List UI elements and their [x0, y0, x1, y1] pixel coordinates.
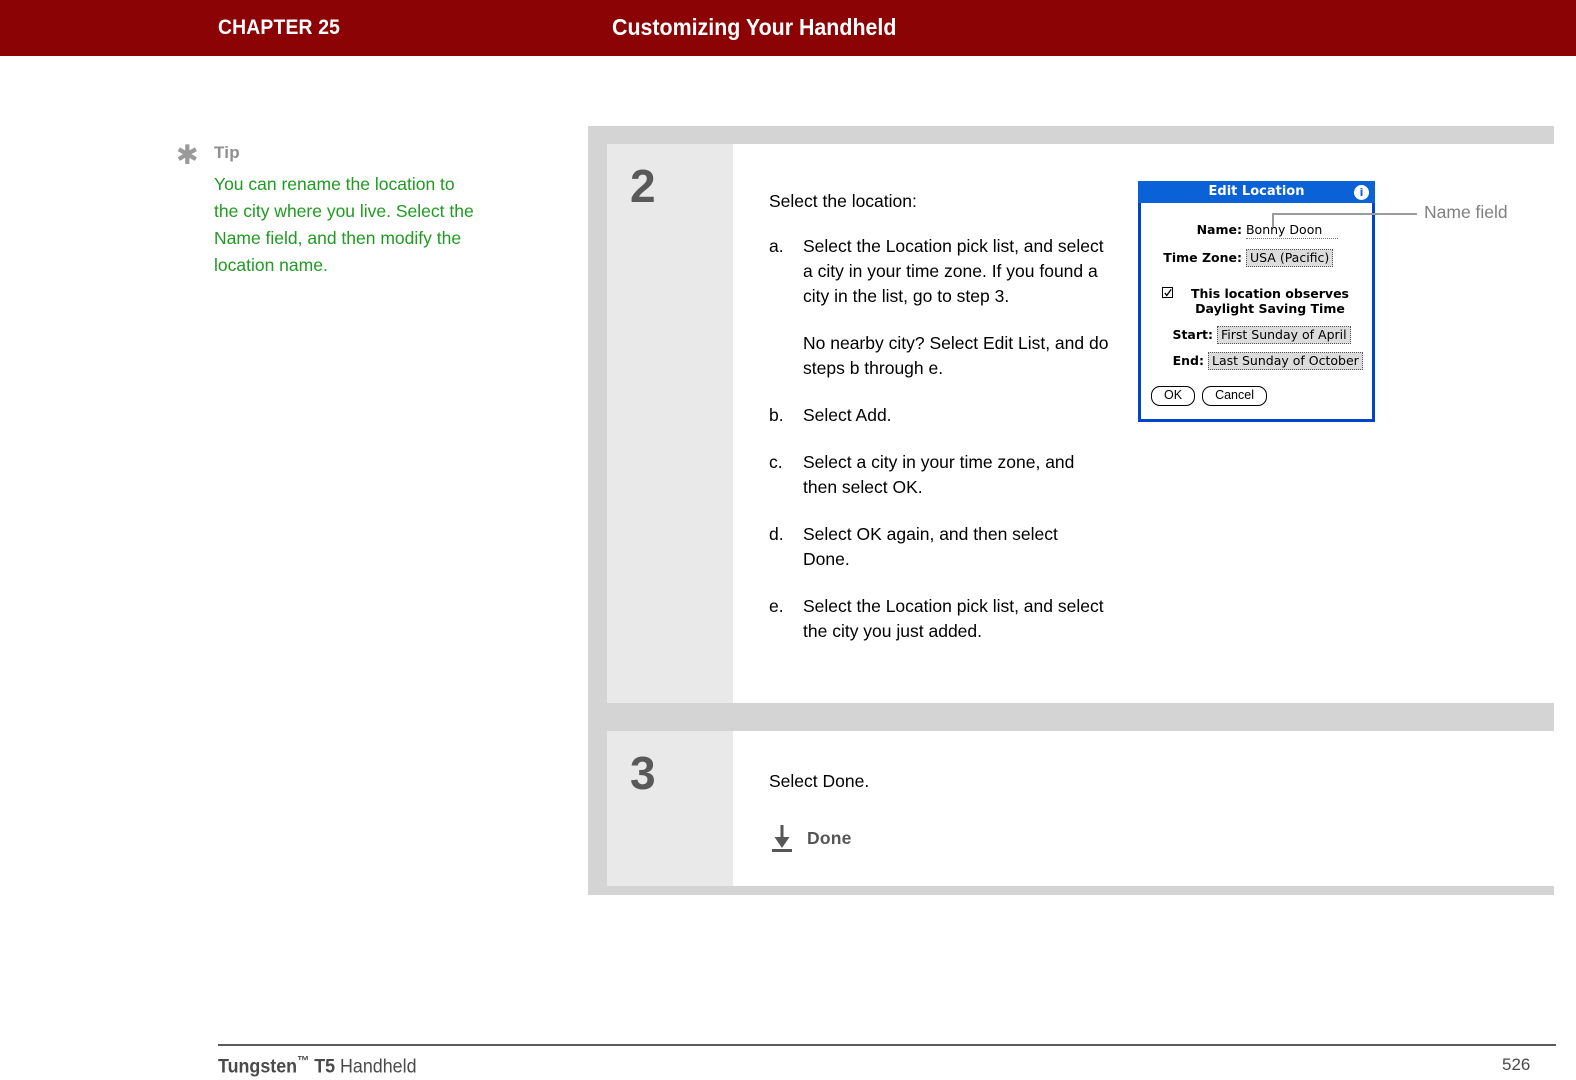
step-substep-list: a. Select the Location pick list, and se… [769, 234, 1109, 666]
done-button-reference: Done [769, 823, 852, 853]
chapter-label: CHAPTER 25 [218, 16, 341, 39]
list-item-text: Select Add. [803, 405, 892, 425]
dst-checkbox-label-line1: This location observes [1190, 286, 1349, 301]
list-item-marker: c. [769, 452, 783, 472]
dialog-titlebar: Edit Location i [1138, 181, 1375, 203]
footer-divider [218, 1044, 1556, 1046]
dialog-title: Edit Location [1208, 184, 1305, 199]
page-header-bar: CHAPTER 25 Customizing Your Handheld [0, 0, 1576, 56]
callout-line-horizontal [1272, 213, 1417, 215]
step-card-2: 2 Select the location: a. Select the Loc… [607, 144, 1554, 703]
dst-start-label: Start: [1172, 327, 1213, 342]
dst-end-label: End: [1172, 353, 1204, 368]
list-item-text: Select the Location pick list, and selec… [803, 236, 1104, 306]
dialog-field-timezone: Time Zone: USA (Pacific) [1151, 249, 1366, 267]
dialog-button-row: OK Cancel [1151, 386, 1267, 406]
list-item-text-secondary: No nearby city? Select Edit List, and do… [803, 333, 1109, 378]
list-item: a. Select the Location pick list, and se… [769, 234, 1109, 381]
footer-model: T5 [309, 1056, 336, 1078]
list-item-text: Select a city in your time zone, and the… [803, 452, 1075, 497]
name-input[interactable]: Bonny Doon [1245, 222, 1338, 239]
step-lead-text: Select the location: [769, 191, 917, 211]
cancel-button[interactable]: Cancel [1202, 386, 1267, 406]
list-item-text: Select OK again, and then select Done. [803, 524, 1058, 569]
callout-tick-vertical [1272, 213, 1274, 227]
step-number-column: 3 [607, 731, 733, 886]
dialog-field-name: Name: Bonny Doon [1151, 222, 1366, 239]
step-lead-text: Select Done. [769, 771, 870, 791]
info-icon[interactable]: i [1354, 185, 1369, 200]
timezone-picklist[interactable]: USA (Pacific) [1245, 249, 1334, 267]
step-number: 2 [630, 160, 656, 212]
list-item: d. Select OK again, and then select Done… [769, 522, 1109, 572]
list-item: e. Select the Location pick list, and se… [769, 594, 1109, 644]
page-number: 526 [1502, 1055, 1531, 1074]
checkbox-icon[interactable] [1162, 287, 1173, 298]
timezone-field-label: Time Zone: [1163, 250, 1242, 265]
done-label: Done [807, 827, 852, 848]
footer-product: Handheld [335, 1056, 417, 1078]
ok-button[interactable]: OK [1151, 386, 1196, 406]
page-title: Customizing Your Handheld [612, 14, 897, 40]
dst-end-picklist[interactable]: Last Sunday of October [1207, 352, 1363, 370]
step-body: Select Done. Done [769, 731, 1554, 886]
list-item: b. Select Add. [769, 403, 1109, 428]
dialog-field-dst-end: End: Last Sunday of October [1151, 352, 1369, 370]
dst-start-picklist[interactable]: First Sunday of April [1216, 326, 1351, 344]
step-number: 3 [630, 747, 656, 799]
tip-body-text: You can rename the location to the city … [214, 174, 474, 275]
list-item: c. Select a city in your time zone, and … [769, 450, 1109, 500]
callout-label-name-field: Name field [1424, 202, 1508, 222]
footer-product-label: Tungsten™ T5 Handheld [218, 1053, 417, 1078]
footer-trademark: ™ [297, 1053, 310, 1068]
dialog-field-dst-start: Start: First Sunday of April [1151, 326, 1369, 344]
list-item-marker: b. [769, 405, 784, 425]
name-field-label: Name: [1196, 222, 1242, 237]
footer-brand: Tungsten [218, 1056, 298, 1078]
steps-panel: 2 Select the location: a. Select the Loc… [588, 126, 1554, 895]
list-item-marker: a. [769, 236, 784, 256]
dst-checkbox-label-line2: Daylight Saving Time [1195, 301, 1345, 316]
down-arrow-icon [769, 823, 795, 853]
list-item-marker: d. [769, 524, 784, 544]
list-item-marker: e. [769, 596, 784, 616]
asterisk-icon: ✱ [176, 140, 199, 170]
list-item-text: Select the Location pick list, and selec… [803, 596, 1104, 641]
tip-heading: Tip [214, 143, 240, 162]
step-card-3: 3 Select Done. Done [607, 731, 1554, 886]
edit-location-dialog: Edit Location i Name: Bonny Doon Time Zo… [1138, 181, 1375, 422]
step-number-column: 2 [607, 144, 733, 703]
dst-checkbox-row[interactable]: This location observes Daylight Saving T… [1162, 286, 1358, 316]
